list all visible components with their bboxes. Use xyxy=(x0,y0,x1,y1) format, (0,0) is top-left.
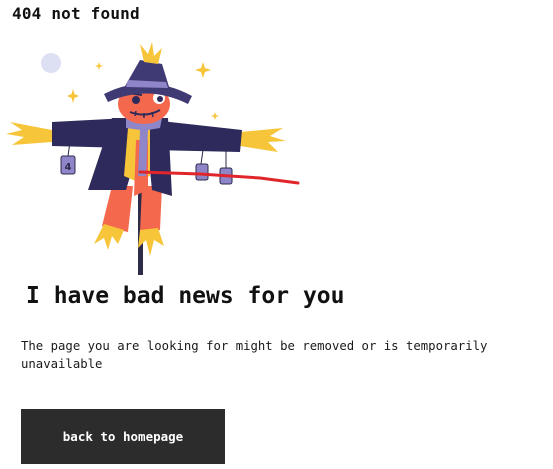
left-eye xyxy=(132,96,140,104)
sparkle-icon xyxy=(95,62,103,70)
right-leg xyxy=(140,186,162,232)
sparkle-icon xyxy=(67,89,79,103)
can-label: 4 xyxy=(65,162,72,173)
straw-left-hand xyxy=(6,122,52,145)
right-pupil xyxy=(157,96,163,102)
scarecrow-illustration: 4 xyxy=(6,42,300,275)
sparkle-icon xyxy=(195,62,211,78)
moon-icon xyxy=(41,53,61,73)
page-title: 404 not found xyxy=(12,4,140,23)
can-string-mid xyxy=(200,149,204,165)
can-icon xyxy=(195,163,209,181)
error-message: The page you are looking for might be re… xyxy=(21,339,488,371)
can-icon: 4 xyxy=(60,155,76,175)
back-to-homepage-button[interactable]: back to homepage xyxy=(21,409,225,464)
sparkle-icon xyxy=(211,112,219,120)
headline: I have bad news for you xyxy=(26,283,345,309)
straw-right-hand xyxy=(240,128,286,152)
